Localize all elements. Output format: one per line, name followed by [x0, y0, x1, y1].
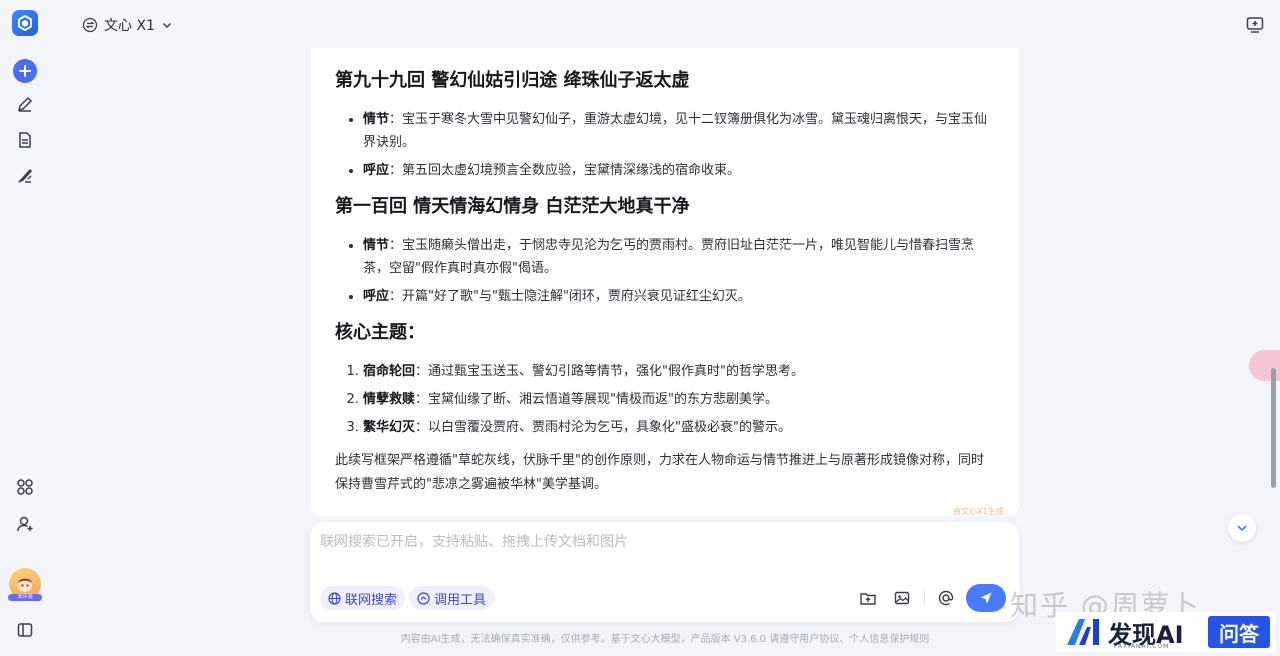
logo-icon	[18, 15, 32, 31]
list-item: 情孽救赎：宝黛仙缘了断、湘云悟道等展现"情极而返"的东方悲剧美学。	[363, 388, 995, 411]
brush-icon	[18, 168, 33, 183]
item-label: 情孽救赎	[363, 392, 416, 407]
mention-button[interactable]	[936, 588, 956, 608]
globe-icon	[328, 591, 341, 605]
section-list: 情节：宝玉随癞头僧出走，于悯忠寺见沦为乞丐的贾雨村。贾府旧址白茫茫一片，唯见智能…	[363, 234, 995, 308]
switch-icon	[82, 17, 98, 33]
tools-toggle[interactable]: 调用工具	[409, 586, 495, 610]
toolbar-divider	[924, 590, 925, 606]
item-text: ：宝黛仙缘了断、湘云悟道等展现"情极而返"的东方悲剧美学。	[415, 392, 778, 407]
summary-paragraph: 此续写框架严格遵循"草蛇灰线，伏脉千里"的创作原则，力求在人物命运与情节推进上与…	[335, 453, 984, 492]
brand-logo-icon	[1064, 617, 1104, 647]
list-item: 情节：宝玉随癞头僧出走，于悯忠寺见沦为乞丐的贾雨村。贾府旧址白茫茫一片，唯见智能…	[363, 234, 995, 280]
item-text: ：宝玉于寒冬大雪中见警幻仙子，重游太虚幻境，见十二钗簿册俱化为冰雪。黛玉魂归离恨…	[363, 112, 988, 150]
model-switcher[interactable]: 文心 X1	[82, 14, 173, 36]
chevron-down-icon	[162, 22, 171, 29]
item-text: ：第五回太虚幻境预言全数应验，宝黛情深缘浅的宿命收束。	[389, 163, 741, 178]
item-label: 繁华幻灭	[363, 420, 416, 435]
model-name: 文心 X1	[104, 18, 155, 34]
list-item: 呼应：开篇"好了歌"与"甄士隐注解"闭环，贾府兴衰见证红尘幻灭。	[363, 285, 995, 308]
at-icon	[938, 590, 954, 606]
item-text: ：通过甄宝玉送玉、警幻引路等情节，强化"假作真时"的哲学思考。	[415, 364, 804, 379]
grid-icon	[17, 479, 33, 495]
sidebar-icon	[17, 623, 33, 637]
item-text: ：以白雪覆没贾府、贾雨村沦为乞丐，具象化"盛极必衰"的警示。	[415, 420, 791, 435]
answer-content: 第九十九回 警幻仙姑引归途 绛珠仙子返太虚 情节：宝玉于寒冬大雪中见警幻仙子，重…	[311, 48, 1019, 497]
image-icon	[894, 591, 910, 605]
section-title: 第一百回 情天情海幻情身 白茫茫大地真干净	[335, 196, 690, 217]
upload-image-button[interactable]	[892, 588, 912, 608]
new-conversation-button[interactable]	[1245, 15, 1265, 35]
plus-icon	[13, 59, 37, 83]
brand-badge: 发现AI FAXIANAI.COM 问答	[1056, 612, 1276, 652]
item-text: ：宝玉随癞头僧出走，于悯忠寺见沦为乞丐的贾雨村。贾府旧址白茫茫一片，唯见智能儿与…	[363, 238, 975, 276]
item-text: ：开篇"好了歌"与"甄士隐注解"闭环，贾府兴衰见证红尘幻灭。	[389, 289, 751, 304]
item-label: 宿命轮回	[363, 364, 416, 379]
send-icon	[980, 592, 992, 604]
chevron-down-icon	[1237, 525, 1247, 532]
footer-disclaimer: 内容由AI生成，无法确保真实准确，仅供参考。基于文心大模型，产品版本 V3.6.…	[400, 634, 930, 645]
scrollbar-thumb[interactable]	[1271, 368, 1276, 488]
list-item: 呼应：第五回太虚幻境预言全数应验，宝黛情深缘浅的宿命收束。	[363, 159, 995, 182]
pen-icon	[17, 96, 33, 112]
brand-qa-tag: 问答	[1208, 616, 1270, 648]
folder-upload-icon	[860, 593, 876, 605]
document-icon	[19, 132, 31, 148]
user-add-icon	[17, 516, 33, 532]
tool-icon	[417, 591, 430, 605]
avatar-badge: 未评测	[8, 594, 42, 601]
web-search-toggle[interactable]: 联网搜索	[320, 586, 406, 610]
list-item: 情节：宝玉于寒冬大雪中见警幻仙子，重游太虚幻境，见十二钗簿册俱化为冰雪。黛玉魂归…	[363, 108, 995, 154]
section-list: 情节：宝玉于寒冬大雪中见警幻仙子，重游太虚幻境，见十二钗簿册俱化为冰雪。黛玉魂归…	[363, 108, 995, 182]
answer-card: 第九十九回 警幻仙姑引归途 绛珠仙子返太虚 情节：宝玉于寒冬大雪中见警幻仙子，重…	[311, 48, 1019, 516]
item-label: 呼应	[363, 163, 390, 178]
tools-label: 调用工具	[434, 592, 487, 608]
list-item: 繁华幻灭：以白雪覆没贾府、贾雨村沦为乞丐，具象化"盛极必衰"的警示。	[363, 416, 995, 439]
item-label: 呼应	[363, 289, 390, 304]
upload-file-button[interactable]	[858, 588, 878, 608]
item-label: 情节	[363, 238, 390, 253]
scroll-to-bottom-button[interactable]	[1228, 514, 1256, 542]
draw-button[interactable]	[10, 161, 40, 191]
theme-list: 宿命轮回：通过甄宝玉送玉、警幻引路等情节，强化"假作真时"的哲学思考。 情孽救赎…	[363, 360, 995, 439]
generated-watermark: 由文心X1生成	[953, 507, 1004, 516]
theme-title: 核心主题：	[335, 322, 425, 343]
account-button[interactable]	[10, 509, 40, 539]
brand-subtitle: FAXIANAI.COM	[1114, 643, 1170, 650]
documents-button[interactable]	[10, 125, 40, 155]
app-logo[interactable]	[12, 10, 38, 36]
chat-add-icon	[1246, 17, 1264, 33]
apps-button[interactable]	[10, 472, 40, 502]
new-chat-button[interactable]	[10, 56, 40, 86]
chat-input-box: 联网搜索 调用工具	[310, 522, 1019, 622]
section-title: 第九十九回 警幻仙姑引归途 绛珠仙子返太虚	[335, 70, 690, 91]
sidebar: 未评测	[0, 0, 50, 656]
toggle-sidebar-button[interactable]	[10, 615, 40, 645]
chat-input[interactable]	[320, 530, 1000, 554]
send-button[interactable]	[966, 584, 1006, 612]
item-label: 情节	[363, 112, 390, 127]
list-item: 宿命轮回：通过甄宝玉送玉、警幻引路等情节，强化"假作真时"的哲学思考。	[363, 360, 995, 383]
write-button[interactable]	[10, 89, 40, 119]
web-search-label: 联网搜索	[345, 592, 398, 608]
